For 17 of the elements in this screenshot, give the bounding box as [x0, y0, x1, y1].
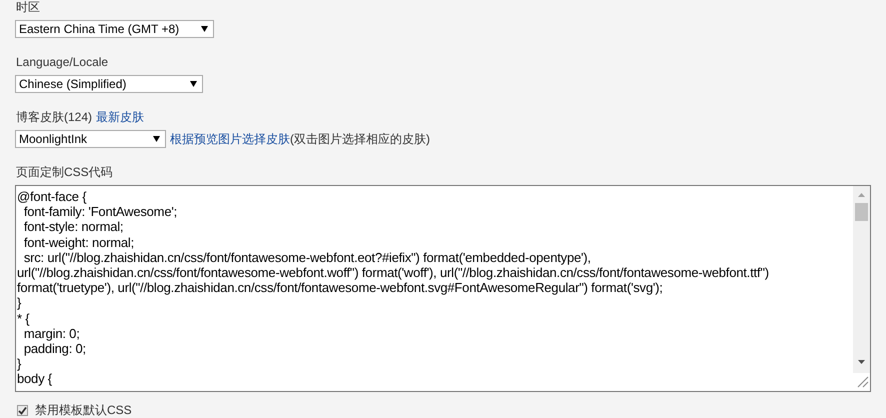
checkbox-label: 禁用模板默认CSS — [35, 402, 132, 418]
link[interactable]: 根据预览图片选择皮肤 — [170, 130, 290, 148]
timezone-select[interactable]: Eastern China Time (GMT +8) — [15, 20, 214, 38]
field-label: 时区 — [16, 0, 41, 16]
css-code-field[interactable]: @font-face { font-family: 'FontAwesome'; font-style: normal; font-weight: normal; src: url("//blog.zhaishidan.cn/css/font/fontawesome-webfont.eot?#iefix") format('embedded-opentype'), url("//blog.zhaishidan.cn/css/font/fontawesome-webfont.woff") format('woff'), url("//blog.zhaishidan.cn/css/font/fontawesome-webfont.ttf") format('truetype'), url("//blog.zhaishidan.cn/css/font/fontawesome-webfont.svg#FontAwesomeRegular") format('svg'); } * { margin: 0; padding: 0; } body { — [15, 185, 871, 392]
hint-text: (双击图片选择相应的皮肤) — [290, 130, 430, 148]
caret-icon — [190, 81, 197, 87]
skin-select[interactable]: MoonlightInk — [15, 130, 166, 148]
field-label: 博客皮肤(124) — [16, 110, 92, 124]
locale-select[interactable]: Chinese (Simplified) — [15, 75, 203, 93]
field-label: Language/Locale — [16, 55, 110, 71]
scrollbar[interactable] — [853, 186, 870, 391]
checkbox[interactable] — [17, 405, 28, 416]
field-label: 页面定制CSS代码 — [16, 165, 114, 181]
link[interactable]: 最新皮肤 — [96, 110, 144, 124]
caret-icon — [201, 26, 208, 32]
caret-icon — [153, 136, 160, 142]
